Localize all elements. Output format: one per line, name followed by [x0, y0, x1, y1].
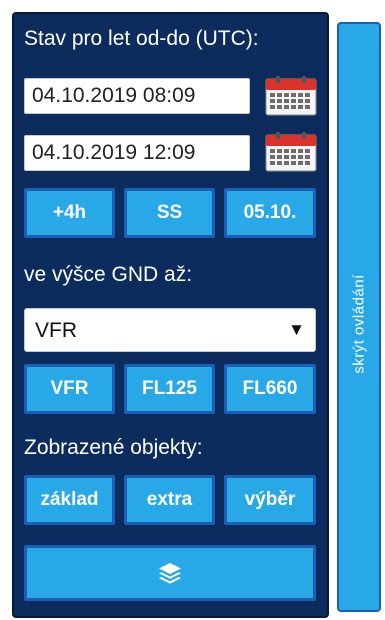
dropdown-arrow-icon: ▼	[288, 320, 305, 339]
layers-icon	[159, 563, 181, 584]
altitude-select[interactable]: VFR ▼	[24, 308, 316, 352]
calendar-to-icon[interactable]	[265, 132, 317, 172]
date-from-input[interactable]	[24, 78, 250, 114]
layers-button[interactable]	[24, 545, 316, 601]
vfr-button[interactable]: VFR	[24, 364, 115, 414]
altitude-label: ve výšce GND až:	[24, 263, 193, 286]
extra-button[interactable]: extra	[124, 475, 215, 525]
vyber-button[interactable]: výběr	[224, 475, 316, 525]
hide-controls-tab[interactable]: skrýt ovládání	[337, 22, 381, 612]
hide-controls-label: skrýt ovládání	[350, 274, 368, 374]
zaklad-button[interactable]: základ	[24, 475, 115, 525]
time-range-label: Stav pro let od-do (UTC):	[24, 27, 259, 50]
plus-4h-button[interactable]: +4h	[24, 188, 115, 238]
altitude-select-value: VFR	[35, 319, 77, 342]
next-day-button[interactable]: 05.10.	[224, 188, 316, 238]
objects-label: Zobrazené objekty:	[24, 436, 203, 459]
fl125-button[interactable]: FL125	[124, 364, 215, 414]
calendar-from-icon[interactable]	[265, 76, 317, 116]
date-to-input[interactable]	[24, 135, 250, 171]
control-panel: Stav pro let od-do (UTC): +4h SS 05.10. …	[12, 12, 329, 618]
ss-button[interactable]: SS	[124, 188, 215, 238]
fl660-button[interactable]: FL660	[224, 364, 316, 414]
